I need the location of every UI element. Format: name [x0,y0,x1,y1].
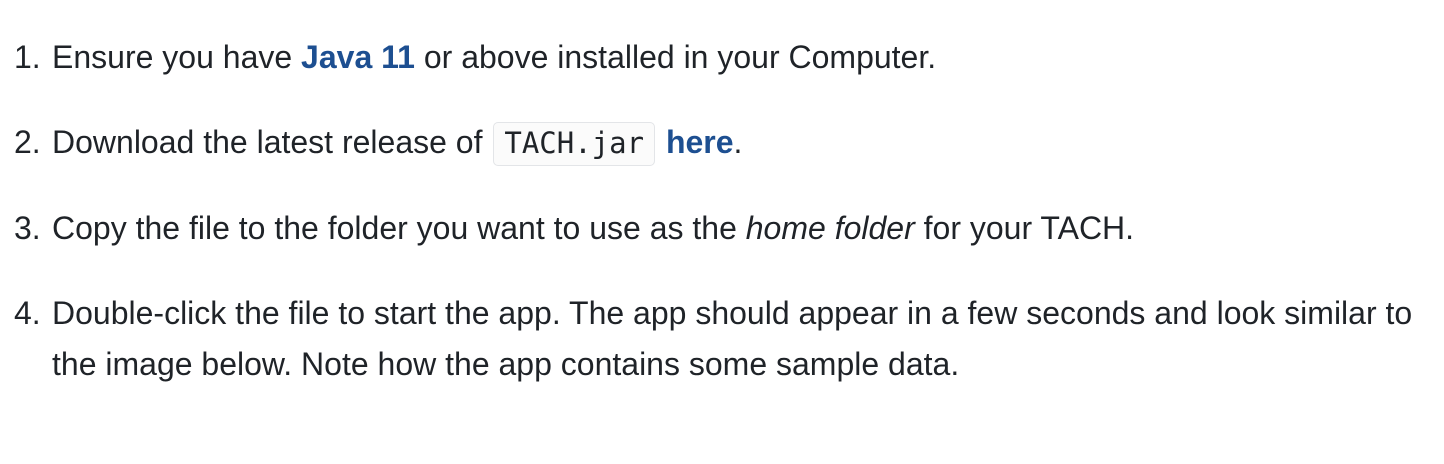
list-item-step-1: 1. Ensure you have Java 11 or above inst… [14,32,1434,83]
step-number: 3. [14,210,41,246]
java-11-link[interactable]: Java 11 [301,39,415,75]
instructions-list: 1. Ensure you have Java 11 or above inst… [14,32,1434,424]
list-item-step-3: 3. Copy the file to the folder you want … [14,203,1434,254]
step-number: 2. [14,124,41,160]
list-item-step-4: 4. Double-click the file to start the ap… [14,288,1434,390]
step-text: Ensure you have [52,39,302,75]
home-folder-emphasis: home folder [745,210,915,246]
step-text: Download the latest release of [52,124,492,160]
step-text: . [733,124,743,160]
jar-filename-code: TACH.jar [493,122,656,166]
download-here-link[interactable]: here [666,124,734,160]
step-number: 1. [14,39,41,75]
step-text: or above installed in your Computer. [414,39,937,75]
step-text: for your TACH. [914,210,1135,246]
step-text: Copy the file to the folder you want to … [52,210,746,246]
step-text: Double-click the file to start the app. … [52,295,1413,382]
list-item-step-2: 2. Download the latest release of TACH.j… [14,117,1434,169]
step-number: 4. [14,295,41,331]
